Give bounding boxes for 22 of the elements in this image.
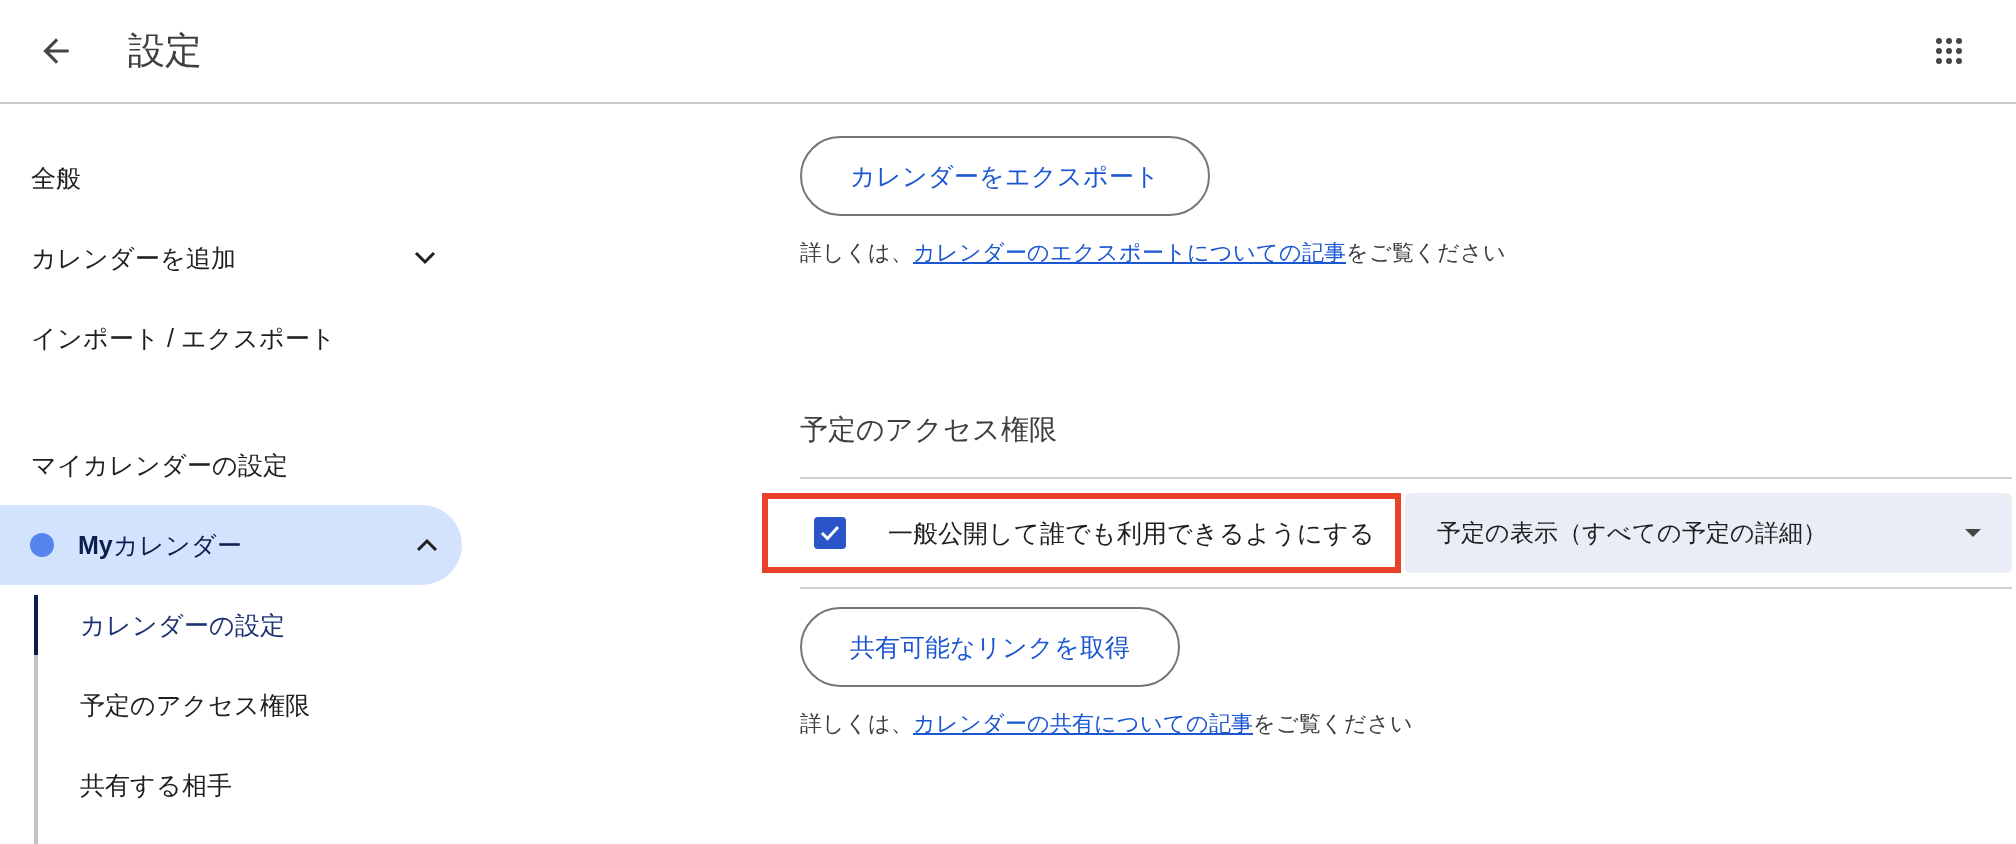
export-button[interactable]: カレンダーをエクスポート xyxy=(800,136,1210,216)
visibility-dropdown[interactable]: 予定の表示（すべての予定の詳細） xyxy=(1405,493,2012,573)
article-link[interactable]: カレンダーのエクスポートについての記事 xyxy=(913,240,1346,265)
checkbox[interactable] xyxy=(814,517,846,549)
page-title: 設定 xyxy=(128,29,202,73)
section-title: 予定のアクセス権限 xyxy=(800,411,2012,479)
sidebar-item[interactable]: 全般 xyxy=(0,138,460,218)
sidebar-item[interactable]: カレンダーを追加 xyxy=(0,218,460,298)
sidebar-item[interactable]: インポート / エクスポート xyxy=(0,298,460,378)
sidebar-subitem[interactable]: 予定のアクセス権限 xyxy=(34,665,462,745)
sidebar-subitem[interactable]: カレンダーの設定 xyxy=(34,595,462,655)
apps-grid-icon[interactable] xyxy=(1936,38,1962,64)
help-text: 詳しくは、カレンダーのエクスポートについての記事をご覧ください xyxy=(800,239,1507,267)
calendar-item[interactable]: Myカレンダー xyxy=(0,505,462,585)
checkbox-label: 一般公開して誰でも利用できるようにする xyxy=(888,517,1375,549)
caret-icon xyxy=(1964,528,1982,538)
sidebar-heading: マイカレンダーの設定 xyxy=(30,449,289,481)
check-icon xyxy=(819,524,841,542)
sidebar-subitem[interactable]: 共有する相手 xyxy=(34,745,462,825)
article-link[interactable]: カレンダーの共有についての記事 xyxy=(913,711,1253,736)
share-link-button[interactable]: 共有可能なリンクを取得 xyxy=(800,607,1180,687)
help-text: 詳しくは、カレンダーの共有についての記事をご覧ください xyxy=(800,710,1414,738)
